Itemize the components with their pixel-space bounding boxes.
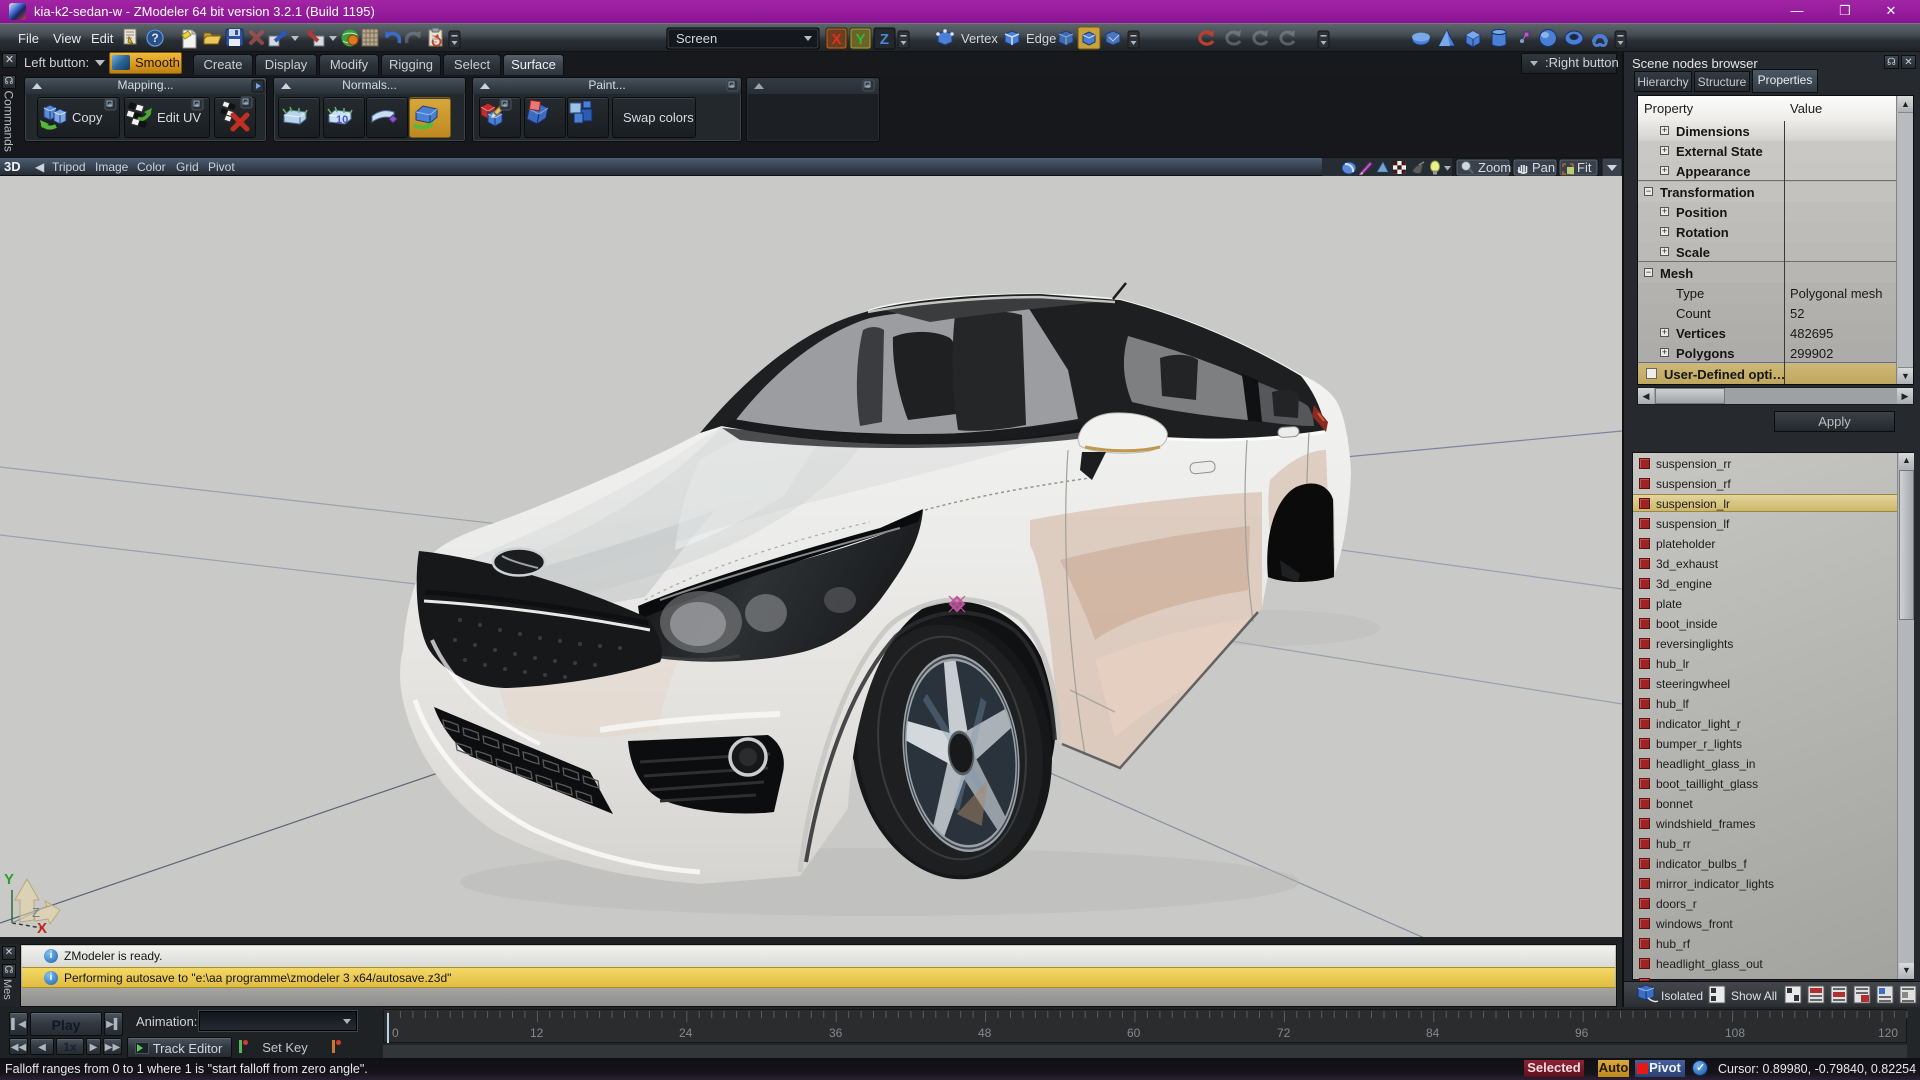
svg-text:Z: Z	[32, 905, 40, 920]
svg-text:Pan: Pan	[1532, 160, 1555, 175]
svg-text:X: X	[831, 31, 841, 48]
svg-text:?: ?	[151, 31, 158, 45]
svg-text:X: X	[37, 920, 47, 937]
svg-text:10: 10	[336, 114, 348, 126]
svg-text:Show All: Show All	[1731, 989, 1777, 1003]
svg-text:Edge: Edge	[1026, 31, 1056, 46]
svg-text:Screen: Screen	[676, 31, 717, 46]
svg-text:Isolated: Isolated	[1661, 989, 1703, 1003]
svg-text:Y: Y	[4, 871, 14, 888]
svg-text:Y: Y	[855, 31, 865, 48]
svg-text:Z: Z	[880, 31, 889, 48]
svg-text:Fit: Fit	[1577, 160, 1592, 175]
svg-text:Zoom: Zoom	[1478, 160, 1511, 175]
svg-text:Vertex: Vertex	[961, 31, 998, 46]
